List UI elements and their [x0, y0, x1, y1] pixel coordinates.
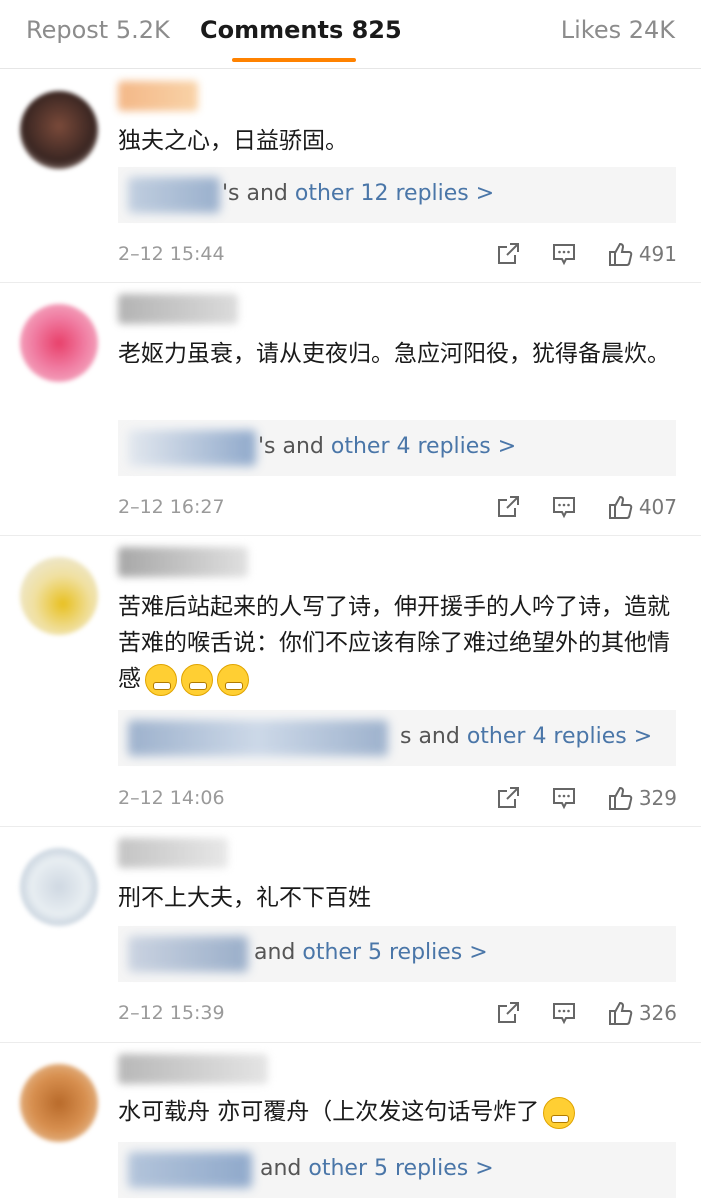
comment-item: 独夫之心，日益骄固。 's and other 12 replies > 2–1… — [0, 69, 701, 283]
tab-likes[interactable]: Likes 24K — [561, 16, 675, 44]
timestamp: 2–12 15:39 — [118, 1002, 225, 1024]
timestamp: 2–12 15:44 — [118, 243, 225, 265]
timestamp: 2–12 16:27 — [118, 496, 225, 518]
like-count: 491 — [638, 242, 677, 266]
more-replies-link[interactable]: other 4 replies > — [467, 724, 652, 749]
grin-emoji-icon — [181, 663, 213, 696]
reply-user-redacted — [128, 177, 220, 213]
timestamp: 2–12 14:06 — [118, 787, 225, 809]
comment-text: 刑不上大夫，礼不下百姓 — [118, 885, 371, 911]
like-count: 329 — [638, 786, 677, 810]
tab-bar: Repost 5.2K Comments 825 Likes 24K — [0, 0, 701, 69]
like-count: 407 — [638, 495, 677, 519]
reply-user-redacted — [128, 936, 248, 972]
share-icon[interactable] — [495, 785, 521, 811]
reply-suffix: s and — [400, 724, 467, 749]
reply-suffix: 's and — [258, 434, 331, 459]
thumbs-up-icon[interactable] — [607, 494, 633, 520]
comment-text: 苦难后站起来的人写了诗，伸开援手的人吟了诗，造就苦难的喉舌说：你们不应该有除了难… — [118, 589, 683, 697]
replies-box[interactable]: and other 5 replies > — [118, 1142, 676, 1198]
comment-text: 独夫之心，日益骄固。 — [118, 128, 348, 154]
comment-text: 水可载舟 亦可覆舟（上次发这句话号炸了 — [118, 1094, 683, 1130]
action-bar: 326 — [465, 996, 677, 1030]
comment-item: 苦难后站起来的人写了诗，伸开援手的人吟了诗，造就苦难的喉舌说：你们不应该有除了难… — [0, 535, 701, 827]
like-count: 326 — [638, 1001, 677, 1025]
comment-icon[interactable] — [551, 1000, 577, 1026]
username-redacted[interactable] — [118, 294, 238, 324]
username-redacted[interactable] — [118, 547, 248, 577]
reply-suffix: and — [254, 940, 303, 965]
thumbs-up-icon[interactable] — [607, 1000, 633, 1026]
comment-item: 水可载舟 亦可覆舟（上次发这句话号炸了 and other 5 replies … — [0, 1042, 701, 1200]
username-redacted[interactable] — [118, 81, 198, 111]
avatar[interactable] — [20, 1064, 98, 1142]
avatar[interactable] — [20, 557, 98, 635]
share-icon[interactable] — [495, 1000, 521, 1026]
grin-emoji-icon — [145, 663, 177, 696]
action-bar: 491 — [465, 237, 677, 271]
comment-item: 刑不上大夫，礼不下百姓 and other 5 replies > 2–12 1… — [0, 826, 701, 1043]
comment-icon[interactable] — [551, 785, 577, 811]
replies-box[interactable]: 's and other 12 replies > — [118, 167, 676, 223]
comment-icon[interactable] — [551, 241, 577, 267]
active-tab-indicator — [232, 58, 356, 62]
reply-user-redacted — [128, 720, 388, 756]
thumbs-up-icon[interactable] — [607, 241, 633, 267]
reply-user-redacted — [128, 1152, 252, 1188]
grin-emoji-icon — [217, 663, 249, 696]
avatar[interactable] — [20, 304, 98, 382]
thumbs-up-icon[interactable] — [607, 785, 633, 811]
comment-text: 老妪力虽衰，请从吏夜归。急应河阳役，犹得备晨炊。 — [118, 341, 670, 367]
action-bar: 407 — [465, 490, 677, 524]
replies-box[interactable]: and other 5 replies > — [118, 926, 676, 982]
comment-item: 老妪力虽衰，请从吏夜归。急应河阳役，犹得备晨炊。 's and other 4 … — [0, 282, 701, 536]
action-bar: 329 — [465, 781, 677, 815]
more-replies-link[interactable]: other 5 replies > — [302, 940, 487, 965]
more-replies-link[interactable]: other 12 replies > — [295, 181, 494, 206]
comment-icon[interactable] — [551, 494, 577, 520]
grin-emoji-icon — [543, 1096, 576, 1129]
reply-suffix: and — [260, 1156, 309, 1181]
more-replies-link[interactable]: other 5 replies > — [308, 1156, 493, 1181]
replies-box[interactable]: s and other 4 replies > — [118, 710, 676, 766]
comment-text-content: 水可载舟 亦可覆舟（上次发这句话号炸了 — [118, 1099, 540, 1125]
avatar[interactable] — [20, 848, 98, 926]
username-redacted[interactable] — [118, 1054, 268, 1084]
share-icon[interactable] — [495, 494, 521, 520]
tab-comments[interactable]: Comments 825 — [200, 16, 402, 44]
tab-repost[interactable]: Repost 5.2K — [26, 16, 170, 44]
avatar[interactable] — [20, 91, 98, 169]
username-redacted[interactable] — [118, 838, 228, 868]
reply-user-redacted — [128, 430, 256, 466]
reply-suffix: 's and — [222, 181, 295, 206]
more-replies-link[interactable]: other 4 replies > — [331, 434, 516, 459]
share-icon[interactable] — [495, 241, 521, 267]
replies-box[interactable]: 's and other 4 replies > — [118, 420, 676, 476]
